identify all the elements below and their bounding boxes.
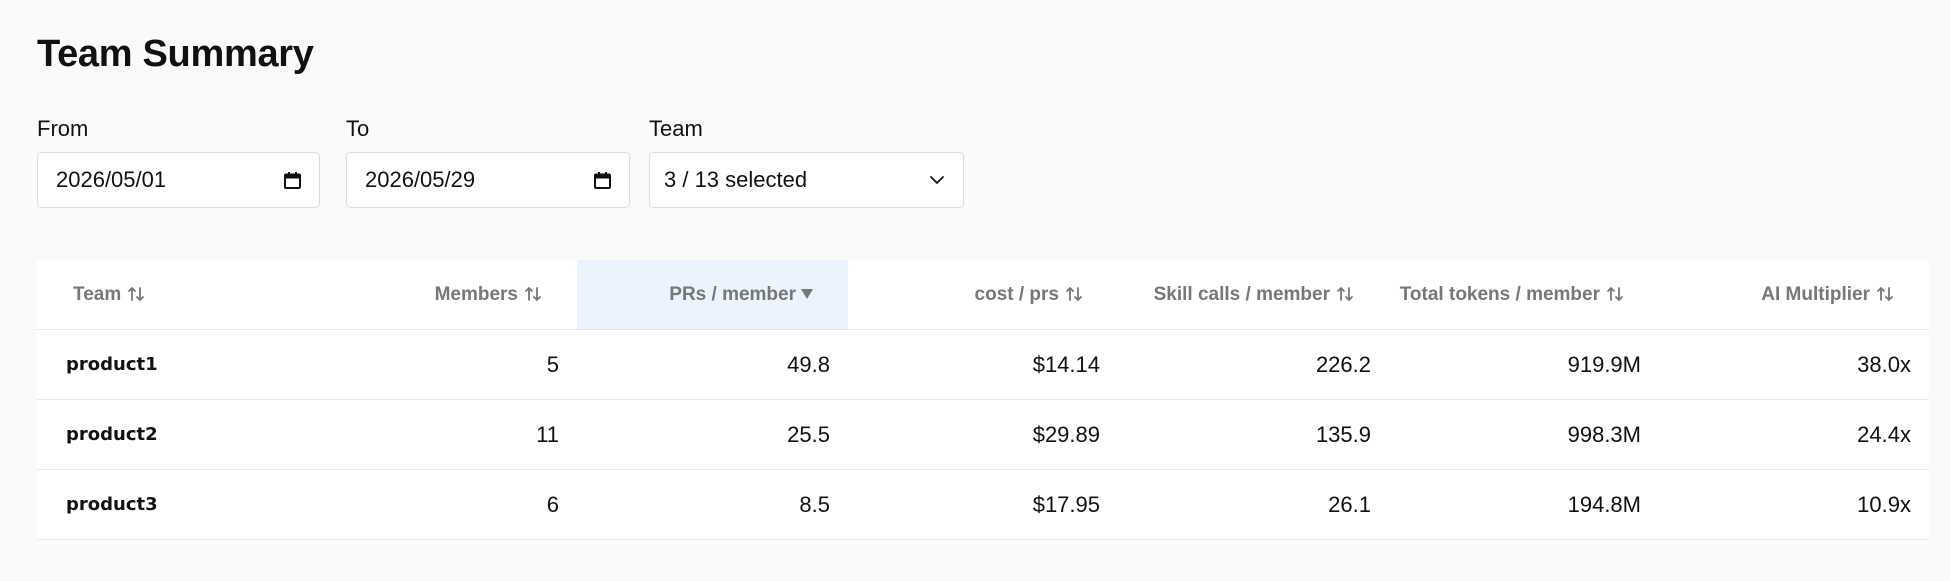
skill-calls-per-member-cell: 26.1 xyxy=(1118,469,1389,540)
prs-per-member-cell: 25.5 xyxy=(577,399,848,470)
column-header-label: Skill calls / member xyxy=(1153,283,1330,305)
prs-per-member-cell: 49.8 xyxy=(577,329,848,400)
table-row: product1 5 49.8 $14.14 226.2 919.9M 38.0… xyxy=(37,329,1929,400)
members-cell: 6 xyxy=(289,469,577,540)
sort-icon xyxy=(1065,286,1083,302)
sort-icon xyxy=(1336,286,1354,302)
team-summary-table: Team Members PRs / member cost / prs Ski… xyxy=(37,260,1929,540)
column-header-label: cost / prs xyxy=(974,283,1059,305)
ai-multiplier-cell: 10.9x xyxy=(1659,469,1929,540)
column-header-label: Total tokens / member xyxy=(1399,283,1600,305)
column-header-ai-multiplier[interactable]: AI Multiplier xyxy=(1659,260,1929,330)
table-row: product3 6 8.5 $17.95 26.1 194.8M 10.9x xyxy=(37,469,1929,540)
column-header-team[interactable]: Team xyxy=(37,260,289,330)
team-name-cell: product1 xyxy=(37,329,289,400)
table-header-row: Team Members PRs / member cost / prs Ski… xyxy=(37,260,1929,330)
cost-per-prs-cell: $14.14 xyxy=(848,329,1118,400)
from-label: From xyxy=(37,116,89,141)
team-select[interactable]: 3 / 13 selected xyxy=(649,152,964,208)
from-date-value: 2026/05/01 xyxy=(56,167,167,192)
table-row: product2 11 25.5 $29.89 135.9 998.3M 24.… xyxy=(37,399,1929,470)
total-tokens-per-member-cell: 998.3M xyxy=(1389,399,1659,470)
from-date-input[interactable]: 2026/05/01 xyxy=(37,152,320,208)
chevron-down-icon xyxy=(929,172,945,188)
team-name-cell: product3 xyxy=(37,469,289,540)
cost-per-prs-cell: $17.95 xyxy=(848,469,1118,540)
team-select-value: 3 / 13 selected xyxy=(664,167,808,192)
column-header-skill-calls-per-member[interactable]: Skill calls / member xyxy=(1118,260,1389,330)
prs-per-member-cell: 8.5 xyxy=(577,469,848,540)
total-tokens-per-member-cell: 194.8M xyxy=(1389,469,1659,540)
column-header-prs-per-member[interactable]: PRs / member xyxy=(577,260,848,330)
team-name-cell: product2 xyxy=(37,399,289,470)
calendar-icon[interactable] xyxy=(284,171,301,189)
column-header-cost-per-prs[interactable]: cost / prs xyxy=(848,260,1118,330)
column-header-members[interactable]: Members xyxy=(289,260,577,330)
to-label: To xyxy=(346,116,370,141)
sort-descending-icon xyxy=(801,288,813,300)
column-header-label: Members xyxy=(434,283,518,305)
column-header-total-tokens-per-member[interactable]: Total tokens / member xyxy=(1389,260,1659,330)
ai-multiplier-cell: 24.4x xyxy=(1659,399,1929,470)
members-cell: 5 xyxy=(289,329,577,400)
column-header-label: PRs / member xyxy=(669,283,796,305)
total-tokens-per-member-cell: 919.9M xyxy=(1389,329,1659,400)
sort-icon xyxy=(1606,286,1624,302)
calendar-icon[interactable] xyxy=(594,171,611,189)
sort-icon xyxy=(1876,286,1894,302)
to-date-value: 2026/05/29 xyxy=(365,167,476,192)
cost-per-prs-cell: $29.89 xyxy=(848,399,1118,470)
column-header-label: AI Multiplier xyxy=(1761,283,1870,305)
column-header-label: Team xyxy=(73,283,122,305)
skill-calls-per-member-cell: 226.2 xyxy=(1118,329,1389,400)
ai-multiplier-cell: 38.0x xyxy=(1659,329,1929,400)
skill-calls-per-member-cell: 135.9 xyxy=(1118,399,1389,470)
page-title: Team Summary xyxy=(37,33,314,75)
team-filter-label: Team xyxy=(649,116,703,141)
sort-icon xyxy=(127,286,145,302)
sort-icon xyxy=(524,286,542,302)
members-cell: 11 xyxy=(289,399,577,470)
to-date-input[interactable]: 2026/05/29 xyxy=(346,152,630,208)
